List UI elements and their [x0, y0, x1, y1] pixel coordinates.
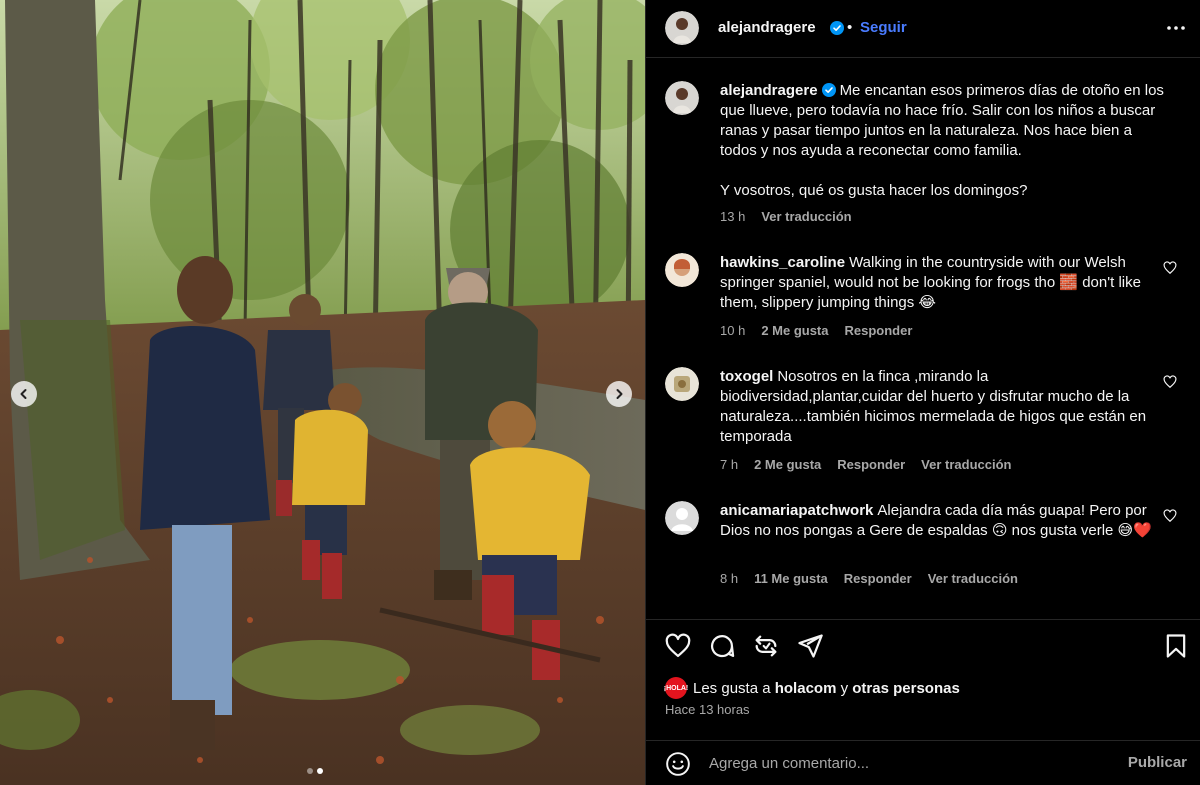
heart-icon[interactable]: [1163, 261, 1177, 275]
comment-time: 7 h: [720, 457, 739, 472]
commenter-avatar-image: [665, 367, 699, 401]
comment-likes[interactable]: 11 Me gusta: [754, 571, 828, 586]
comment-composer: Publicar: [646, 740, 1200, 785]
post-details-panel: alejandragere • Seguir alejandragere Me …: [645, 0, 1200, 785]
carousel-next-button[interactable]: [606, 381, 632, 407]
comment-likes[interactable]: 2 Me gusta: [754, 457, 821, 472]
comment-meta: 8 h 11 Me gusta Responder Ver traducción: [720, 571, 1034, 586]
likes-conjunction: y: [840, 679, 849, 697]
comment-item: toxogel Nosotros en la finca ,mirando la …: [665, 367, 1185, 477]
comment-username[interactable]: hawkins_caroline: [720, 254, 845, 271]
comment-username[interactable]: toxogel: [720, 368, 773, 385]
comment-item: anicamariapatchwork Alejandra cada día má…: [665, 501, 1185, 591]
carousel-dot: [307, 768, 313, 774]
post-viewer: alejandragere • Seguir alejandragere Me …: [0, 0, 1200, 785]
commenter-avatar[interactable]: [665, 501, 699, 535]
post-caption: alejandragere Me encantan esos primeros …: [665, 81, 1185, 231]
caption-username[interactable]: alejandragere: [720, 82, 818, 99]
caption-body: alejandragere Me encantan esos primeros …: [720, 81, 1170, 201]
heart-icon[interactable]: [1163, 509, 1177, 523]
comment-username[interactable]: anicamariapatchwork: [720, 502, 873, 519]
comment-input[interactable]: [709, 749, 1109, 777]
caption-avatar[interactable]: [665, 81, 699, 115]
translate-link[interactable]: Ver traducción: [928, 571, 1018, 586]
liker-username[interactable]: holacom: [775, 680, 837, 697]
bookmark-icon[interactable]: [1162, 632, 1190, 660]
translate-link[interactable]: Ver traducción: [921, 457, 1011, 472]
header-separator: •: [847, 19, 853, 36]
caption-translate-link[interactable]: Ver traducción: [761, 209, 851, 224]
comment-item: hawkins_caroline Walking in the countrysi…: [665, 253, 1185, 343]
more-options-icon[interactable]: [1165, 18, 1187, 38]
comments-scroll-area[interactable]: alejandragere Me encantan esos primeros …: [646, 59, 1200, 619]
comment-time: 8 h: [720, 571, 739, 586]
carousel-indicator: [307, 768, 323, 774]
comment-meta: 10 h 2 Me gusta Responder: [720, 323, 928, 338]
post-photo[interactable]: [0, 0, 645, 785]
verified-badge-icon: [830, 21, 844, 35]
likes-summary: ¡HOLA! Les gusta a holacom y otras perso…: [664, 677, 960, 699]
repost-icon[interactable]: [752, 632, 780, 660]
liker-avatar[interactable]: ¡HOLA!: [664, 677, 688, 699]
comment-meta: 7 h 2 Me gusta Responder Ver traducción: [720, 457, 1027, 472]
chevron-left-icon: [20, 389, 27, 399]
comment-text: Nosotros en la finca ,mirando la biodive…: [720, 368, 1147, 445]
emoji-icon[interactable]: [665, 751, 691, 777]
post-actions: ¡HOLA! Les gusta a holacom y otras perso…: [646, 619, 1200, 739]
carousel-prev-button[interactable]: [11, 381, 37, 407]
reply-button[interactable]: Responder: [837, 457, 905, 472]
author-avatar-image: [665, 81, 699, 115]
author-username[interactable]: alejandragere: [718, 19, 816, 36]
verified-badge-icon: [821, 83, 836, 97]
author-avatar[interactable]: [665, 11, 699, 45]
commenter-avatar-image: [665, 253, 699, 287]
post-header: alejandragere • Seguir: [646, 0, 1200, 58]
default-avatar-icon: [665, 501, 699, 535]
post-timestamp: Hace 13 horas: [665, 702, 750, 717]
comment-time: 10 h: [720, 323, 746, 338]
commenter-avatar[interactable]: [665, 253, 699, 287]
publish-button[interactable]: Publicar: [1128, 754, 1187, 771]
author-avatar-image: [665, 11, 699, 45]
like-heart-icon[interactable]: [664, 632, 692, 660]
chevron-right-icon: [616, 389, 623, 399]
follow-button[interactable]: Seguir: [860, 19, 907, 36]
others-link[interactable]: otras personas: [852, 680, 960, 697]
comment-body: hawkins_caroline Walking in the countrysi…: [720, 253, 1170, 313]
caption-question: Y vosotros, qué os gusta hacer los domin…: [720, 182, 1028, 199]
carousel-dot-active: [317, 768, 323, 774]
commenter-avatar[interactable]: [665, 367, 699, 401]
caption-meta: 13 h Ver traducción: [720, 209, 868, 224]
forest-family-photo: [0, 0, 645, 785]
comment-body: anicamariapatchwork Alejandra cada día má…: [720, 501, 1170, 541]
likes-prefix: Les gusta a: [693, 679, 771, 697]
reply-button[interactable]: Responder: [844, 571, 912, 586]
caption-time: 13 h: [720, 209, 746, 224]
reply-button[interactable]: Responder: [845, 323, 913, 338]
share-icon[interactable]: [796, 632, 824, 660]
comment-body: toxogel Nosotros en la finca ,mirando la …: [720, 367, 1170, 447]
comment-icon[interactable]: [708, 632, 736, 660]
heart-icon[interactable]: [1163, 375, 1177, 389]
comment-likes[interactable]: 2 Me gusta: [761, 323, 828, 338]
